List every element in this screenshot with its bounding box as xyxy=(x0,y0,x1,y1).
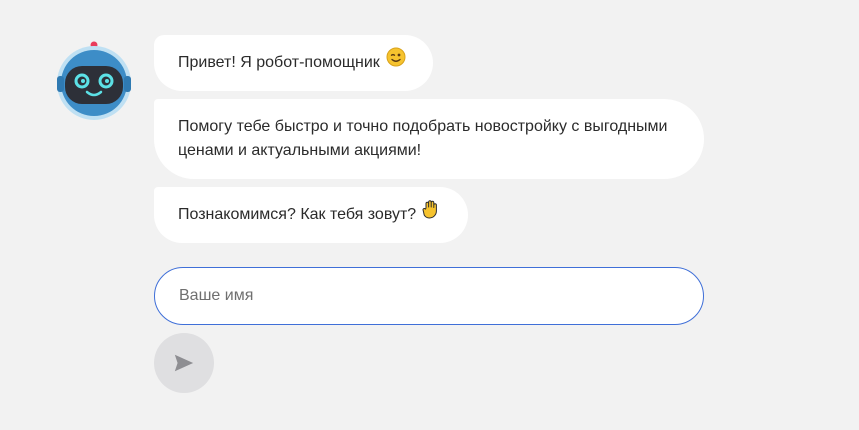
robot-icon xyxy=(57,41,131,120)
message-text: Познакомимся? Как тебя зовут? xyxy=(178,199,440,229)
winking-face-icon xyxy=(386,47,406,75)
bot-message: Познакомимся? Как тебя зовут? xyxy=(154,187,468,243)
send-button[interactable] xyxy=(154,333,214,393)
send-arrow-icon xyxy=(174,354,194,372)
bot-avatar xyxy=(54,40,134,120)
bot-message: Привет! Я робот-помощник xyxy=(154,35,433,91)
message-text: Помогу тебе быстро и точно подобрать нов… xyxy=(178,118,668,159)
bot-message: Помогу тебе быстро и точно подобрать нов… xyxy=(154,99,704,179)
message-text: Привет! Я робот-помощник xyxy=(178,47,406,77)
raised-hand-icon xyxy=(422,199,440,227)
name-input[interactable] xyxy=(154,267,704,325)
